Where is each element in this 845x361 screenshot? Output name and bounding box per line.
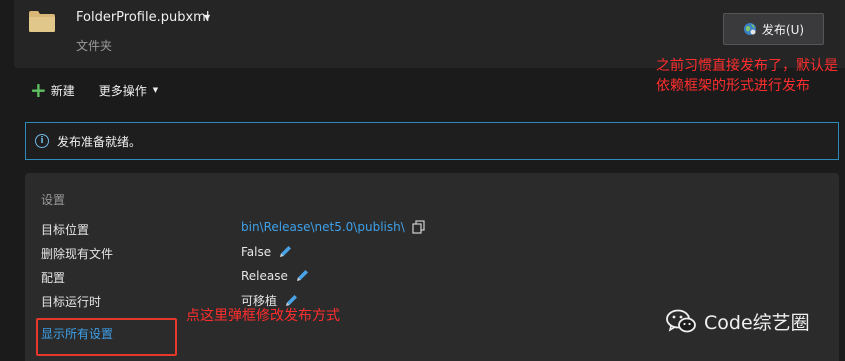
publish-globe-icon — [743, 23, 756, 35]
setting-label-delete-existing: 删除现有文件 — [41, 247, 114, 261]
pencil-icon[interactable] — [295, 268, 310, 283]
setting-value-delete-existing: False — [241, 244, 293, 259]
setting-label-target-runtime: 目标运行时 — [41, 295, 102, 309]
folder-icon — [29, 11, 55, 32]
settings-title: 设置 — [41, 193, 66, 207]
publish-button[interactable]: 发布(U) — [723, 13, 824, 45]
wechat-icon — [666, 309, 696, 332]
info-bar: i 发布准备就绪。 — [25, 122, 839, 160]
plus-icon: + — [30, 78, 47, 102]
publish-button-label: 发布(U) — [761, 22, 805, 37]
annotation-note-top: 之前习惯直接发布了，默认是依赖框架的形式进行发布 — [656, 58, 838, 94]
new-button[interactable]: + 新建 — [30, 78, 75, 102]
new-button-label: 新建 — [50, 83, 75, 98]
setting-value-target-location: bin\Release\net5.0\publish\ — [241, 220, 425, 234]
delete-existing-value: False — [241, 244, 272, 259]
more-actions-button[interactable]: 更多操作 ▼ — [99, 82, 158, 99]
more-actions-label: 更多操作 — [98, 83, 147, 98]
watermark: Code综艺圈 — [666, 308, 810, 335]
target-location-link[interactable]: bin\Release\net5.0\publish\ — [241, 220, 405, 234]
annotation-highlight-box — [36, 318, 177, 356]
info-icon: i — [35, 134, 49, 148]
configuration-value: Release — [241, 268, 288, 283]
setting-label-target-location: 目标位置 — [41, 223, 90, 237]
profile-dropdown-icon[interactable]: ▼ — [204, 13, 210, 22]
chevron-down-icon: ▼ — [152, 86, 159, 94]
profile-name[interactable]: FolderProfile.pubxml — [76, 10, 209, 25]
profile-type: 文件夹 — [76, 39, 113, 53]
info-message: 发布准备就绪。 — [57, 134, 142, 149]
copy-icon[interactable] — [412, 220, 425, 234]
annotation-note-bottom: 点这里弹框修改发布方式 — [186, 308, 340, 324]
watermark-text: Code综艺圈 — [704, 312, 810, 334]
setting-value-configuration: Release — [241, 268, 310, 283]
setting-label-configuration: 配置 — [41, 271, 66, 285]
toolbar: + 新建 更多操作 ▼ — [30, 80, 158, 100]
pencil-icon[interactable] — [278, 244, 293, 259]
